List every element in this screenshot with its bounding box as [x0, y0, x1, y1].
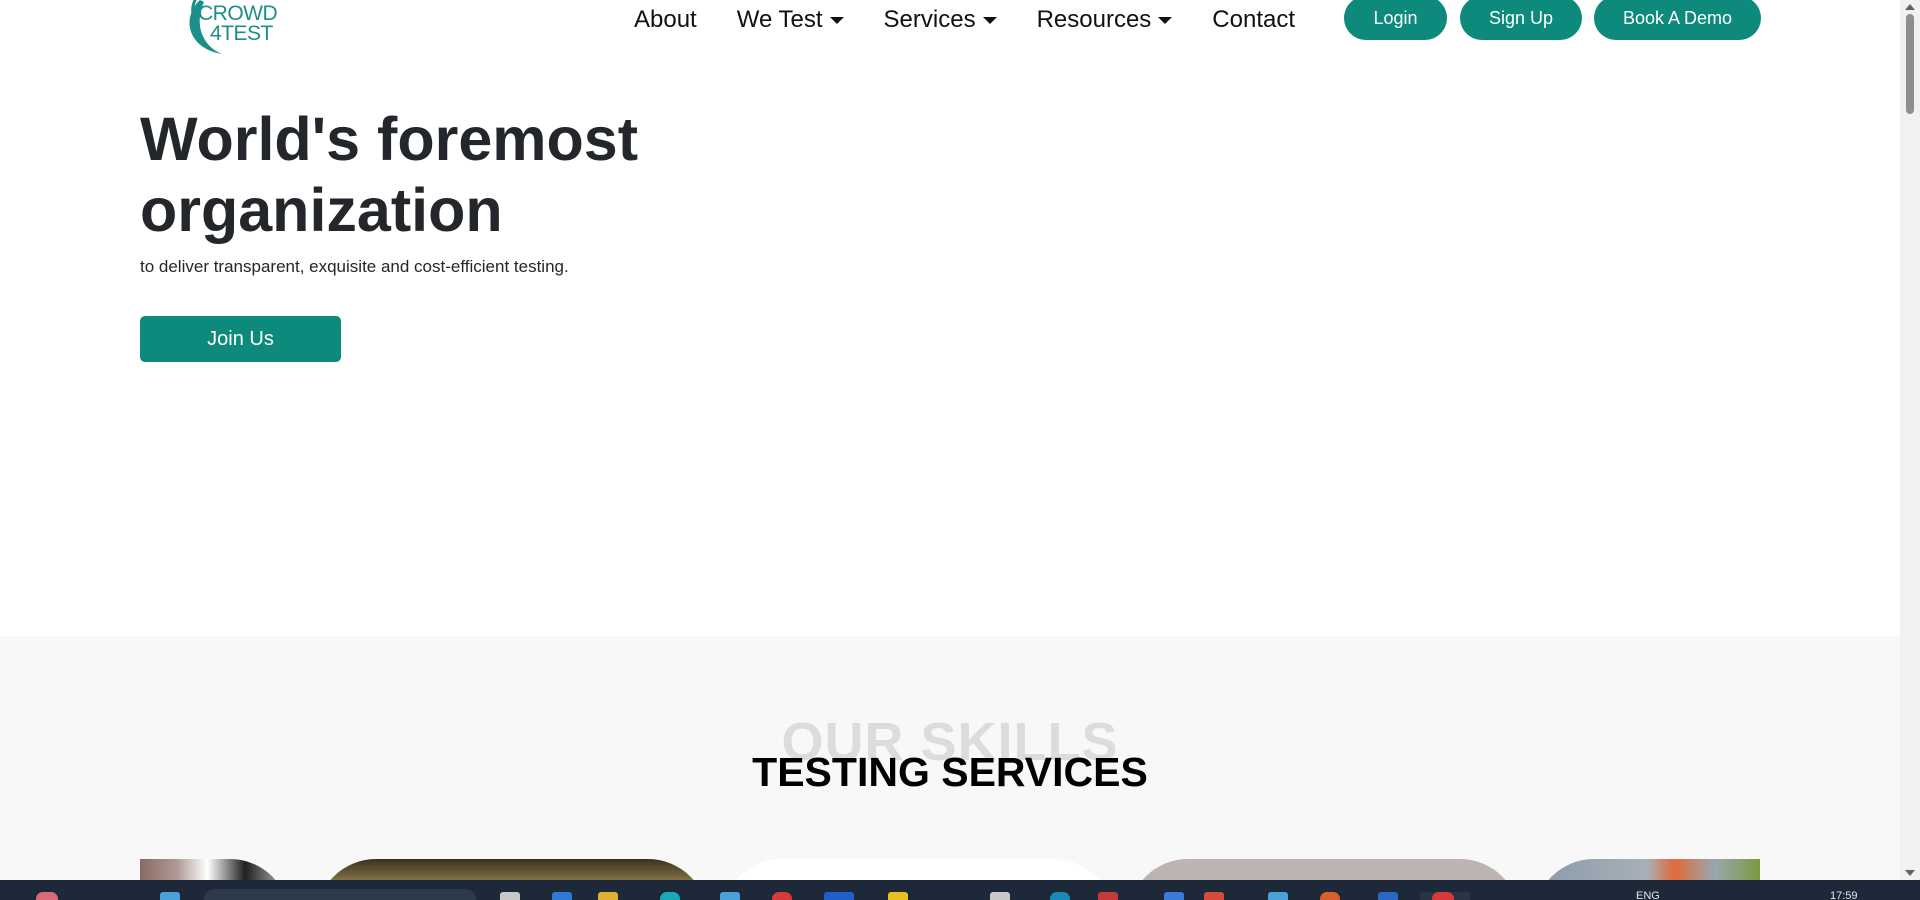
logo-line-2: 4TEST	[210, 22, 273, 45]
join-us-button[interactable]: Join Us	[140, 316, 341, 362]
nav-contact-label: Contact	[1212, 6, 1296, 33]
outlook-icon[interactable]	[824, 892, 854, 900]
nav-about[interactable]: About	[634, 6, 697, 34]
nav-services-label: Services	[883, 6, 976, 33]
chrome-icon[interactable]	[1432, 892, 1454, 900]
word-icon[interactable]	[1378, 892, 1398, 900]
language-indicator[interactable]: ENG	[1636, 890, 1660, 900]
crowd4test-logo[interactable]: CROWD 4TEST	[178, 0, 282, 62]
nav-resources[interactable]: Resources	[1037, 6, 1173, 34]
vertical-scrollbar[interactable]	[1900, 0, 1920, 880]
app-icon[interactable]	[552, 892, 572, 900]
taskbar-search-box[interactable]	[204, 889, 476, 900]
hero-subtitle: to deliver transparent, exquisite and co…	[140, 257, 569, 276]
notes-icon[interactable]	[888, 892, 908, 900]
app-icon[interactable]	[1050, 892, 1070, 900]
store-icon[interactable]	[720, 892, 740, 900]
logo-text: CROWD 4TEST	[198, 2, 278, 45]
skills-title: TESTING SERVICES	[752, 749, 1148, 795]
scroll-up-icon[interactable]	[1905, 4, 1915, 10]
vscode-icon[interactable]	[1164, 892, 1184, 900]
nav-we-test[interactable]: We Test	[737, 6, 844, 34]
skills-section: OUR SKILLS TESTING SERVICES	[0, 636, 1900, 900]
logo-line-1: CROWD	[198, 2, 278, 25]
calculator-icon[interactable]	[1268, 892, 1288, 900]
task-view-icon[interactable]	[500, 892, 520, 900]
chrome-icon[interactable]	[772, 892, 792, 900]
app-icon[interactable]	[1320, 892, 1340, 900]
main-nav: About We Test Services Resources Contact	[634, 0, 1335, 40]
nav-about-label: About	[634, 6, 697, 33]
taskbar-clock[interactable]: 17:59	[1830, 890, 1858, 900]
login-button[interactable]: Login	[1344, 0, 1447, 40]
hero-title: World's foremost organization	[140, 105, 639, 244]
caret-down-icon	[829, 16, 844, 24]
nav-we-test-label: We Test	[736, 6, 823, 33]
mail-icon[interactable]	[1098, 892, 1118, 900]
page: CROWD 4TEST About We Test Services Resou…	[0, 0, 1920, 900]
taskbar: ENG 17:59	[0, 880, 1920, 900]
caret-down-icon	[1158, 16, 1173, 24]
widget-icon[interactable]	[36, 892, 58, 900]
windows-start-icon[interactable]	[160, 892, 180, 900]
book-demo-button[interactable]: Book A Demo	[1594, 0, 1761, 40]
caret-down-icon	[982, 16, 997, 24]
nav-services[interactable]: Services	[884, 6, 997, 34]
edge-icon[interactable]	[660, 892, 680, 900]
scroll-down-icon[interactable]	[1905, 870, 1915, 876]
document-icon[interactable]	[990, 892, 1010, 900]
nav-contact[interactable]: Contact	[1212, 6, 1295, 34]
nav-resources-label: Resources	[1036, 6, 1152, 33]
signup-button[interactable]: Sign Up	[1460, 0, 1582, 40]
app-icon[interactable]	[1204, 892, 1224, 900]
scrollbar-thumb[interactable]	[1906, 14, 1914, 114]
file-explorer-icon[interactable]	[598, 892, 618, 900]
